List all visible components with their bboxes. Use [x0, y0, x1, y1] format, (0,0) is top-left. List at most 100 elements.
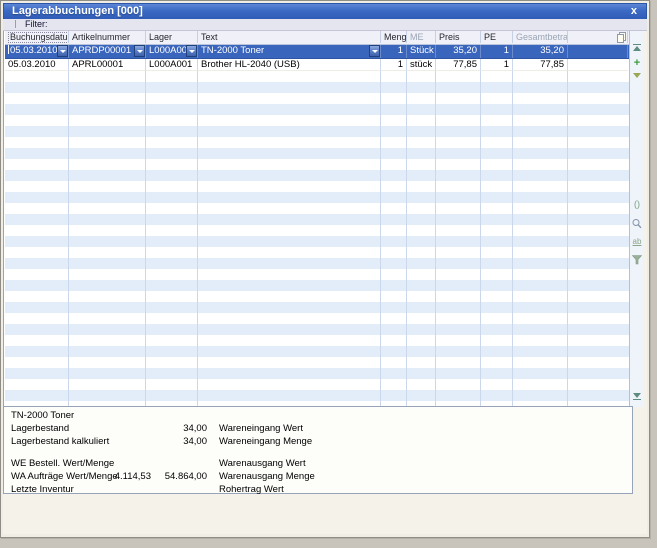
dropdown-icon[interactable] [134, 45, 145, 57]
empty-grid-row [5, 192, 629, 203]
column-header-pe[interactable]: PE [481, 31, 513, 43]
dropdown-icon[interactable] [186, 45, 197, 57]
summary-value [151, 457, 207, 470]
grid-cell-empty [5, 280, 69, 291]
grid-cell-gesamtbetrag[interactable]: 35,20 [513, 45, 568, 58]
scroll-to-top-icon[interactable] [631, 43, 643, 55]
table-row-selected[interactable]: 05.03.2010 APRDP00001 L000A001 TN-2000 T… [5, 45, 629, 59]
summary-right-label: Wareneingang Wert [219, 423, 303, 434]
grid-cell-me[interactable]: stück [407, 59, 436, 71]
grid-cell-empty [436, 181, 481, 192]
grid-cell-empty [198, 181, 381, 192]
grid-cell-empty [198, 159, 381, 170]
grid-cell-empty [481, 192, 513, 203]
grid-cell-empty [146, 170, 198, 181]
grid-cell-empty [481, 104, 513, 115]
grid-cell-empty [513, 93, 568, 104]
dropdown-icon[interactable] [57, 45, 68, 57]
grid-cell-empty [481, 71, 513, 82]
parentheses-icon[interactable]: () [631, 199, 643, 211]
empty-grid-row [5, 148, 629, 159]
grid-cell-empty [513, 148, 568, 159]
grid-cell-preis[interactable]: 77,85 [436, 59, 481, 71]
summary-row: Lagerbestand kalkuliert 34,00 Wareneinga… [11, 435, 632, 448]
grid-cell-empty [146, 291, 198, 302]
empty-grid-row [5, 137, 629, 148]
grid-cell-empty [5, 390, 69, 401]
grid-cell-preis[interactable]: 35,20 [436, 45, 481, 58]
grid-cell-empty [381, 379, 407, 390]
scroll-down-icon[interactable] [631, 70, 643, 82]
grid-cell-empty [198, 104, 381, 115]
grid-cell-empty [198, 379, 381, 390]
empty-grid-row [5, 357, 629, 368]
grid-cell-empty [69, 357, 146, 368]
grid-cell-empty [146, 104, 198, 115]
column-header-menge[interactable]: Menge [381, 31, 407, 43]
grid-cell-empty [5, 137, 69, 148]
column-header-gesamtbetrag[interactable]: Gesamtbetrag [513, 31, 568, 43]
grid-cell-empty [407, 181, 436, 192]
grid-cell-empty [146, 93, 198, 104]
grid-cell-empty [481, 148, 513, 159]
copy-icon[interactable] [616, 31, 628, 43]
grid-cell-text[interactable]: Brother HL-2040 (USB) [198, 59, 381, 71]
grid-cell-artikelnummer[interactable]: APRL00001 [69, 59, 146, 71]
column-header-text[interactable]: Text [198, 31, 381, 43]
grid-cell-empty [5, 313, 69, 324]
filter-icon[interactable] [631, 253, 643, 265]
grid-cell-buchungsdatum[interactable]: 05.03.2010 [5, 45, 69, 58]
grid-cell-empty [198, 291, 381, 302]
grid-cell-empty [69, 148, 146, 159]
grid-cell-empty [381, 291, 407, 302]
column-header-buchungsdatum[interactable]: Buchungsdatum [5, 31, 69, 43]
text-search-icon[interactable]: ab [631, 237, 643, 249]
grid-cell-empty [5, 379, 69, 390]
grid-cell-empty [198, 236, 381, 247]
grid-cell-gesamtbetrag[interactable]: 77,85 [513, 59, 568, 71]
grid-cell-pe[interactable]: 1 [481, 59, 513, 71]
grid-cell-empty [198, 203, 381, 214]
grid-cell-buchungsdatum[interactable]: 05.03.2010 [5, 59, 69, 71]
grid-cell-empty [381, 280, 407, 291]
grid-cell-menge[interactable]: 1 [381, 45, 407, 58]
grid-cell-me[interactable]: Stück [407, 45, 436, 58]
column-header-artikelnummer[interactable]: Artikelnummer [69, 31, 146, 43]
summary-value: 4.114,53 [114, 471, 151, 482]
grid-cell-empty [481, 225, 513, 236]
grid-cell-empty [481, 335, 513, 346]
grid-cell-empty [5, 346, 69, 357]
grid-cell-empty [481, 258, 513, 269]
title-bar[interactable]: Lagerabbuchungen [000] x [3, 3, 647, 20]
grid-cell-empty [513, 346, 568, 357]
grid-cell-empty [5, 71, 69, 82]
table-row[interactable]: 05.03.2010 APRL00001 L000A001 Brother HL… [5, 59, 629, 71]
column-header-lager[interactable]: Lager [146, 31, 198, 43]
close-button[interactable]: x [631, 4, 637, 18]
grid-cell-empty [198, 302, 381, 313]
column-header-preis[interactable]: Preis [436, 31, 481, 43]
grid-cell-empty [436, 368, 481, 379]
grid-cell-empty [5, 335, 69, 346]
grid-cell-empty [568, 203, 628, 214]
grid-cell-menge[interactable]: 1 [381, 59, 407, 71]
add-record-icon[interactable]: + [631, 58, 643, 70]
grid-cell-lager[interactable]: L000A001 [146, 59, 198, 71]
grid-cell-pe[interactable]: 1 [481, 45, 513, 58]
grid-cell-empty [407, 335, 436, 346]
grid-cell-empty [198, 225, 381, 236]
grid-cell-empty [69, 192, 146, 203]
grid-cell-artikelnummer[interactable]: APRDP00001 [69, 45, 146, 58]
grid-cell-text[interactable]: TN-2000 Toner [198, 45, 381, 58]
grid-cell-empty [568, 126, 628, 137]
grid-header-row: Buchungsdatum Artikelnummer Lager Text M… [5, 31, 629, 45]
grid-cell-empty [436, 93, 481, 104]
grid-cell-empty [513, 313, 568, 324]
scroll-to-end-icon[interactable] [631, 391, 643, 403]
grid-cell-empty [568, 181, 628, 192]
app-window: Lagerabbuchungen [000] x Filter: Buchung… [0, 0, 650, 538]
grid-cell-lager[interactable]: L000A001 [146, 45, 198, 58]
dropdown-icon[interactable] [369, 45, 380, 57]
column-header-me[interactable]: ME [407, 31, 436, 43]
search-icon[interactable] [631, 217, 643, 229]
